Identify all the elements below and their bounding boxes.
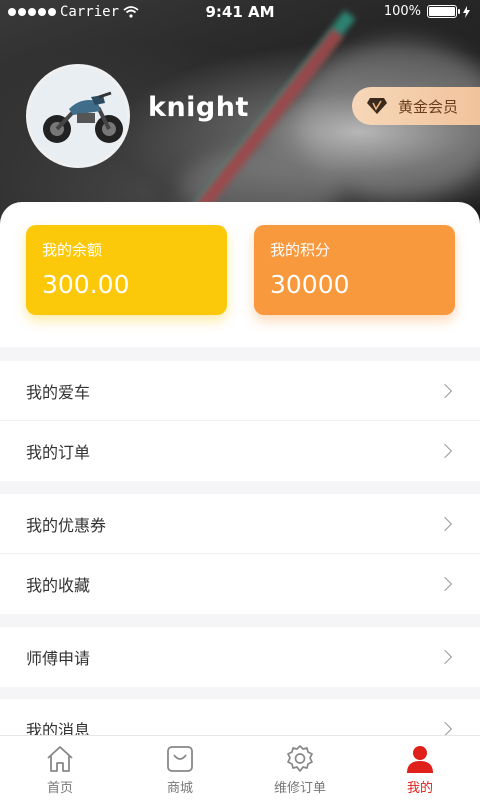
chevron-right-icon	[437, 721, 453, 737]
chevron-right-icon	[437, 649, 453, 665]
balance-card[interactable]: 我的余额 300.00	[26, 225, 227, 315]
member-level-label: 黄金会员	[398, 97, 459, 116]
chevron-right-icon	[437, 516, 453, 531]
menu-item-my-orders[interactable]: 我的订单	[0, 421, 480, 481]
points-card[interactable]: 我的积分 30000	[254, 225, 455, 315]
tab-label: 商城	[166, 781, 193, 796]
balance-label: 我的余额	[42, 241, 103, 259]
username: knight	[148, 92, 249, 123]
menu-item-my-favorites[interactable]: 我的收藏	[0, 554, 480, 614]
chevron-right-icon	[437, 443, 453, 459]
tab-repair-orders[interactable]: 维修订单	[240, 736, 360, 800]
tab-shop[interactable]: 商城	[120, 736, 240, 800]
menu-group-car-orders: 我的爱车 我的订单	[0, 361, 480, 481]
battery-percent: 100%	[383, 4, 421, 19]
home-icon	[47, 746, 73, 772]
menu-item-label: 我的优惠券	[26, 515, 107, 535]
avatar[interactable]	[26, 64, 130, 168]
points-value: 30000	[270, 270, 350, 299]
chevron-right-icon	[437, 383, 453, 398]
tab-label: 我的	[406, 781, 433, 796]
member-badge[interactable]: 黄金会员	[352, 87, 480, 125]
battery-icon	[427, 5, 460, 18]
tab-label: 维修订单	[273, 781, 326, 796]
status-bar: Carrier 9:41 AM 100%	[0, 0, 480, 26]
diamond-icon	[367, 98, 387, 114]
tab-mine[interactable]: 我的	[360, 736, 480, 800]
balance-value: 300.00	[42, 270, 130, 299]
gear-icon	[287, 745, 313, 772]
menu-item-label: 我的收藏	[26, 576, 91, 595]
points-label: 我的积分	[270, 241, 331, 259]
menu-item-my-coupons[interactable]: 我的优惠券	[0, 494, 480, 554]
menu-item-label: 我的订单	[26, 443, 91, 462]
shop-icon	[167, 746, 193, 772]
tab-label: 首页	[46, 781, 73, 796]
menu-item-label: 我的爱车	[26, 382, 91, 402]
menu-item-technician-apply[interactable]: 师傅申请	[0, 627, 480, 687]
menu-group-technician: 师傅申请	[0, 627, 480, 687]
tab-home[interactable]: 首页	[0, 736, 120, 800]
charging-icon	[463, 5, 470, 18]
menu-group-coupons-favorites: 我的优惠券 我的收藏	[0, 494, 480, 614]
menu-item-label: 师傅申请	[26, 649, 91, 668]
chevron-right-icon	[437, 576, 453, 592]
user-icon	[407, 746, 433, 773]
menu-item-my-car[interactable]: 我的爱车	[0, 361, 480, 421]
bottom-tab-bar: 首页 商城 维修订单 我的	[0, 735, 480, 800]
